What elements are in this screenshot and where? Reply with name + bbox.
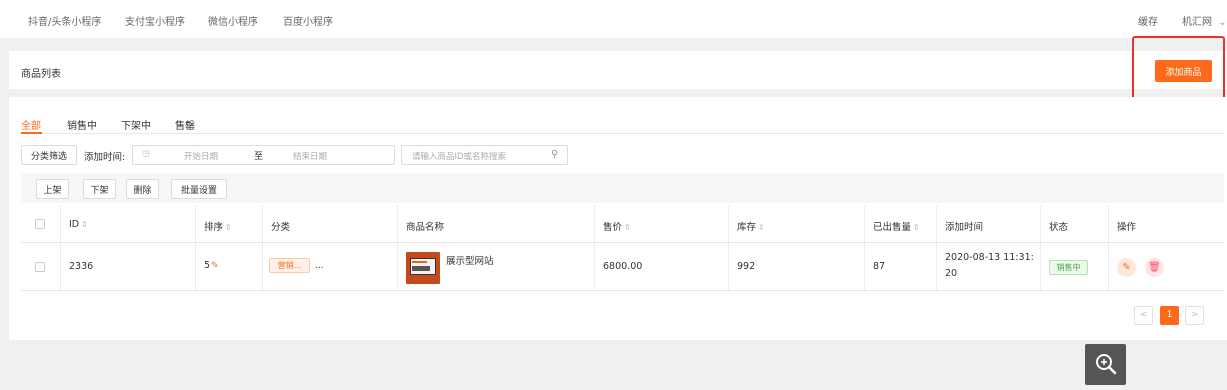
user-menu[interactable]: 机汇网 ⌄ <box>1182 13 1227 28</box>
column-category-label: 分类 <box>271 222 291 233</box>
pagination: < 1 > <box>1134 306 1214 325</box>
product-thumbnail <box>406 252 440 284</box>
column-price-label: 售价 <box>603 222 623 233</box>
column-name-label: 商品名称 <box>406 222 445 233</box>
tab-on-sale[interactable]: 销售中 <box>67 117 97 132</box>
row-sold: 87 <box>873 261 886 272</box>
user-name: 机汇网 <box>1182 17 1212 28</box>
sort-icon[interactable]: ⇕ <box>758 223 765 232</box>
prev-page-button[interactable]: < <box>1134 306 1153 325</box>
row-sort-value: 5 <box>204 260 211 271</box>
edit-sort-pencil-icon[interactable]: ✎ <box>211 261 219 271</box>
column-id-label: ID <box>69 219 80 230</box>
page-1-button[interactable]: 1 <box>1160 306 1179 325</box>
filter-row: 分类筛选 添加时间: ◷ 开始日期 至 结束日期 请输入商品ID或名称搜索 ⚲ <box>21 145 581 165</box>
bulk-action-bar: 上架 下架 删除 批量设置 <box>21 173 1224 203</box>
column-added-time: 添加时间 <box>937 205 1041 242</box>
sort-icon[interactable]: ⇕ <box>624 223 631 232</box>
chevron-down-icon: ⌄ <box>1218 17 1227 28</box>
column-sold-label: 已出售量 <box>873 222 912 233</box>
next-page-button[interactable]: > <box>1185 306 1204 325</box>
row-price: 6800.00 <box>603 261 643 272</box>
sort-icon[interactable]: ⇕ <box>225 223 232 232</box>
column-stock[interactable]: 库存 ⇕ <box>729 205 865 242</box>
edit-pencil-icon[interactable]: ✎ <box>1117 258 1136 277</box>
column-category: 分类 <box>263 205 398 242</box>
tab-off-shelf[interactable]: 下架中 <box>121 117 151 132</box>
zoom-in-button[interactable] <box>1085 344 1126 385</box>
date-range-picker[interactable]: ◷ 开始日期 至 结束日期 <box>132 145 395 165</box>
table-row: 2336 5✎ 营销... ... 展示型网站 6800.00 992 87 2… <box>21 243 1224 291</box>
column-sold[interactable]: 已出售量 ⇕ <box>865 205 937 242</box>
search-icon[interactable]: ⚲ <box>551 149 558 160</box>
column-stock-label: 库存 <box>737 222 757 233</box>
page-title: 商品列表 <box>21 69 61 80</box>
page-header: 商品列表 添加商品 <box>9 51 1227 89</box>
column-name: 商品名称 <box>398 205 595 242</box>
column-added-time-label: 添加时间 <box>945 222 984 233</box>
zoom-in-icon <box>1096 354 1117 375</box>
date-filter-label: 添加时间: <box>84 152 126 163</box>
delete-button[interactable]: 删除 <box>126 179 159 199</box>
row-id: 2336 <box>69 261 94 272</box>
category-tag: 营销... <box>269 258 310 273</box>
column-sort[interactable]: 排序 ⇕ <box>196 205 263 242</box>
top-nav: 抖音/头条小程序 支付宝小程序 微信小程序 百度小程序 缓存 机汇网 ⌄ <box>0 0 1227 38</box>
product-name-link[interactable]: 展示型网站 <box>446 253 494 267</box>
batch-settings-button[interactable]: 批量设置 <box>171 179 227 199</box>
active-tab-indicator <box>21 132 42 134</box>
row-added-time-line2: 20 <box>945 268 958 279</box>
status-tabs: 全部 销售中 下架中 售罄 <box>21 113 1224 134</box>
tab-sold-out[interactable]: 售罄 <box>175 117 195 132</box>
sort-icon[interactable]: ⇕ <box>913 223 920 232</box>
cache-button[interactable]: 缓存 <box>1138 13 1158 28</box>
tab-all[interactable]: 全部 <box>21 117 41 132</box>
column-id[interactable]: ID ⇕ <box>61 205 196 242</box>
tab-douyin-miniprogram[interactable]: 抖音/头条小程序 <box>28 13 101 28</box>
end-date-input[interactable]: 结束日期 <box>293 150 327 162</box>
start-date-input[interactable]: 开始日期 <box>184 150 218 162</box>
search-input[interactable]: 请输入商品ID或名称搜索 ⚲ <box>401 145 568 165</box>
tab-alipay-miniprogram[interactable]: 支付宝小程序 <box>125 13 185 28</box>
column-actions: 操作 <box>1109 205 1224 242</box>
column-actions-label: 操作 <box>1117 222 1137 233</box>
row-stock: 992 <box>737 261 756 272</box>
shelve-button[interactable]: 上架 <box>36 179 69 199</box>
tab-baidu-miniprogram[interactable]: 百度小程序 <box>283 13 333 28</box>
column-status-label: 状态 <box>1049 222 1069 233</box>
column-status: 状态 <box>1041 205 1109 242</box>
row-checkbox[interactable] <box>35 262 45 272</box>
column-sort-label: 排序 <box>204 222 224 233</box>
column-price[interactable]: 售价 ⇕ <box>595 205 729 242</box>
select-all-checkbox[interactable] <box>35 219 45 229</box>
sort-icon[interactable]: ⇕ <box>81 220 88 229</box>
search-placeholder: 请输入商品ID或名称搜索 <box>412 152 507 162</box>
row-added-time-line1: 2020-08-13 11:31: <box>945 252 1034 263</box>
status-badge: 销售中 <box>1049 260 1088 275</box>
table-header: ID⇕ 排序⇕ 分类 商品名称 售价⇕ 库存⇕ 已出售量⇕ 添加时间 <box>21 205 1224 243</box>
category-more: ... <box>315 261 324 271</box>
unshelve-button[interactable]: 下架 <box>83 179 116 199</box>
category-filter-button[interactable]: 分类筛选 <box>21 145 77 165</box>
tab-wechat-miniprogram[interactable]: 微信小程序 <box>208 13 258 28</box>
clock-icon: ◷ <box>142 149 150 159</box>
range-separator: 至 <box>254 152 264 162</box>
product-list-panel: 全部 销售中 下架中 售罄 分类筛选 添加时间: ◷ 开始日期 至 结束日期 请… <box>9 97 1227 340</box>
delete-trash-icon[interactable]: 🗑 <box>1145 258 1164 277</box>
